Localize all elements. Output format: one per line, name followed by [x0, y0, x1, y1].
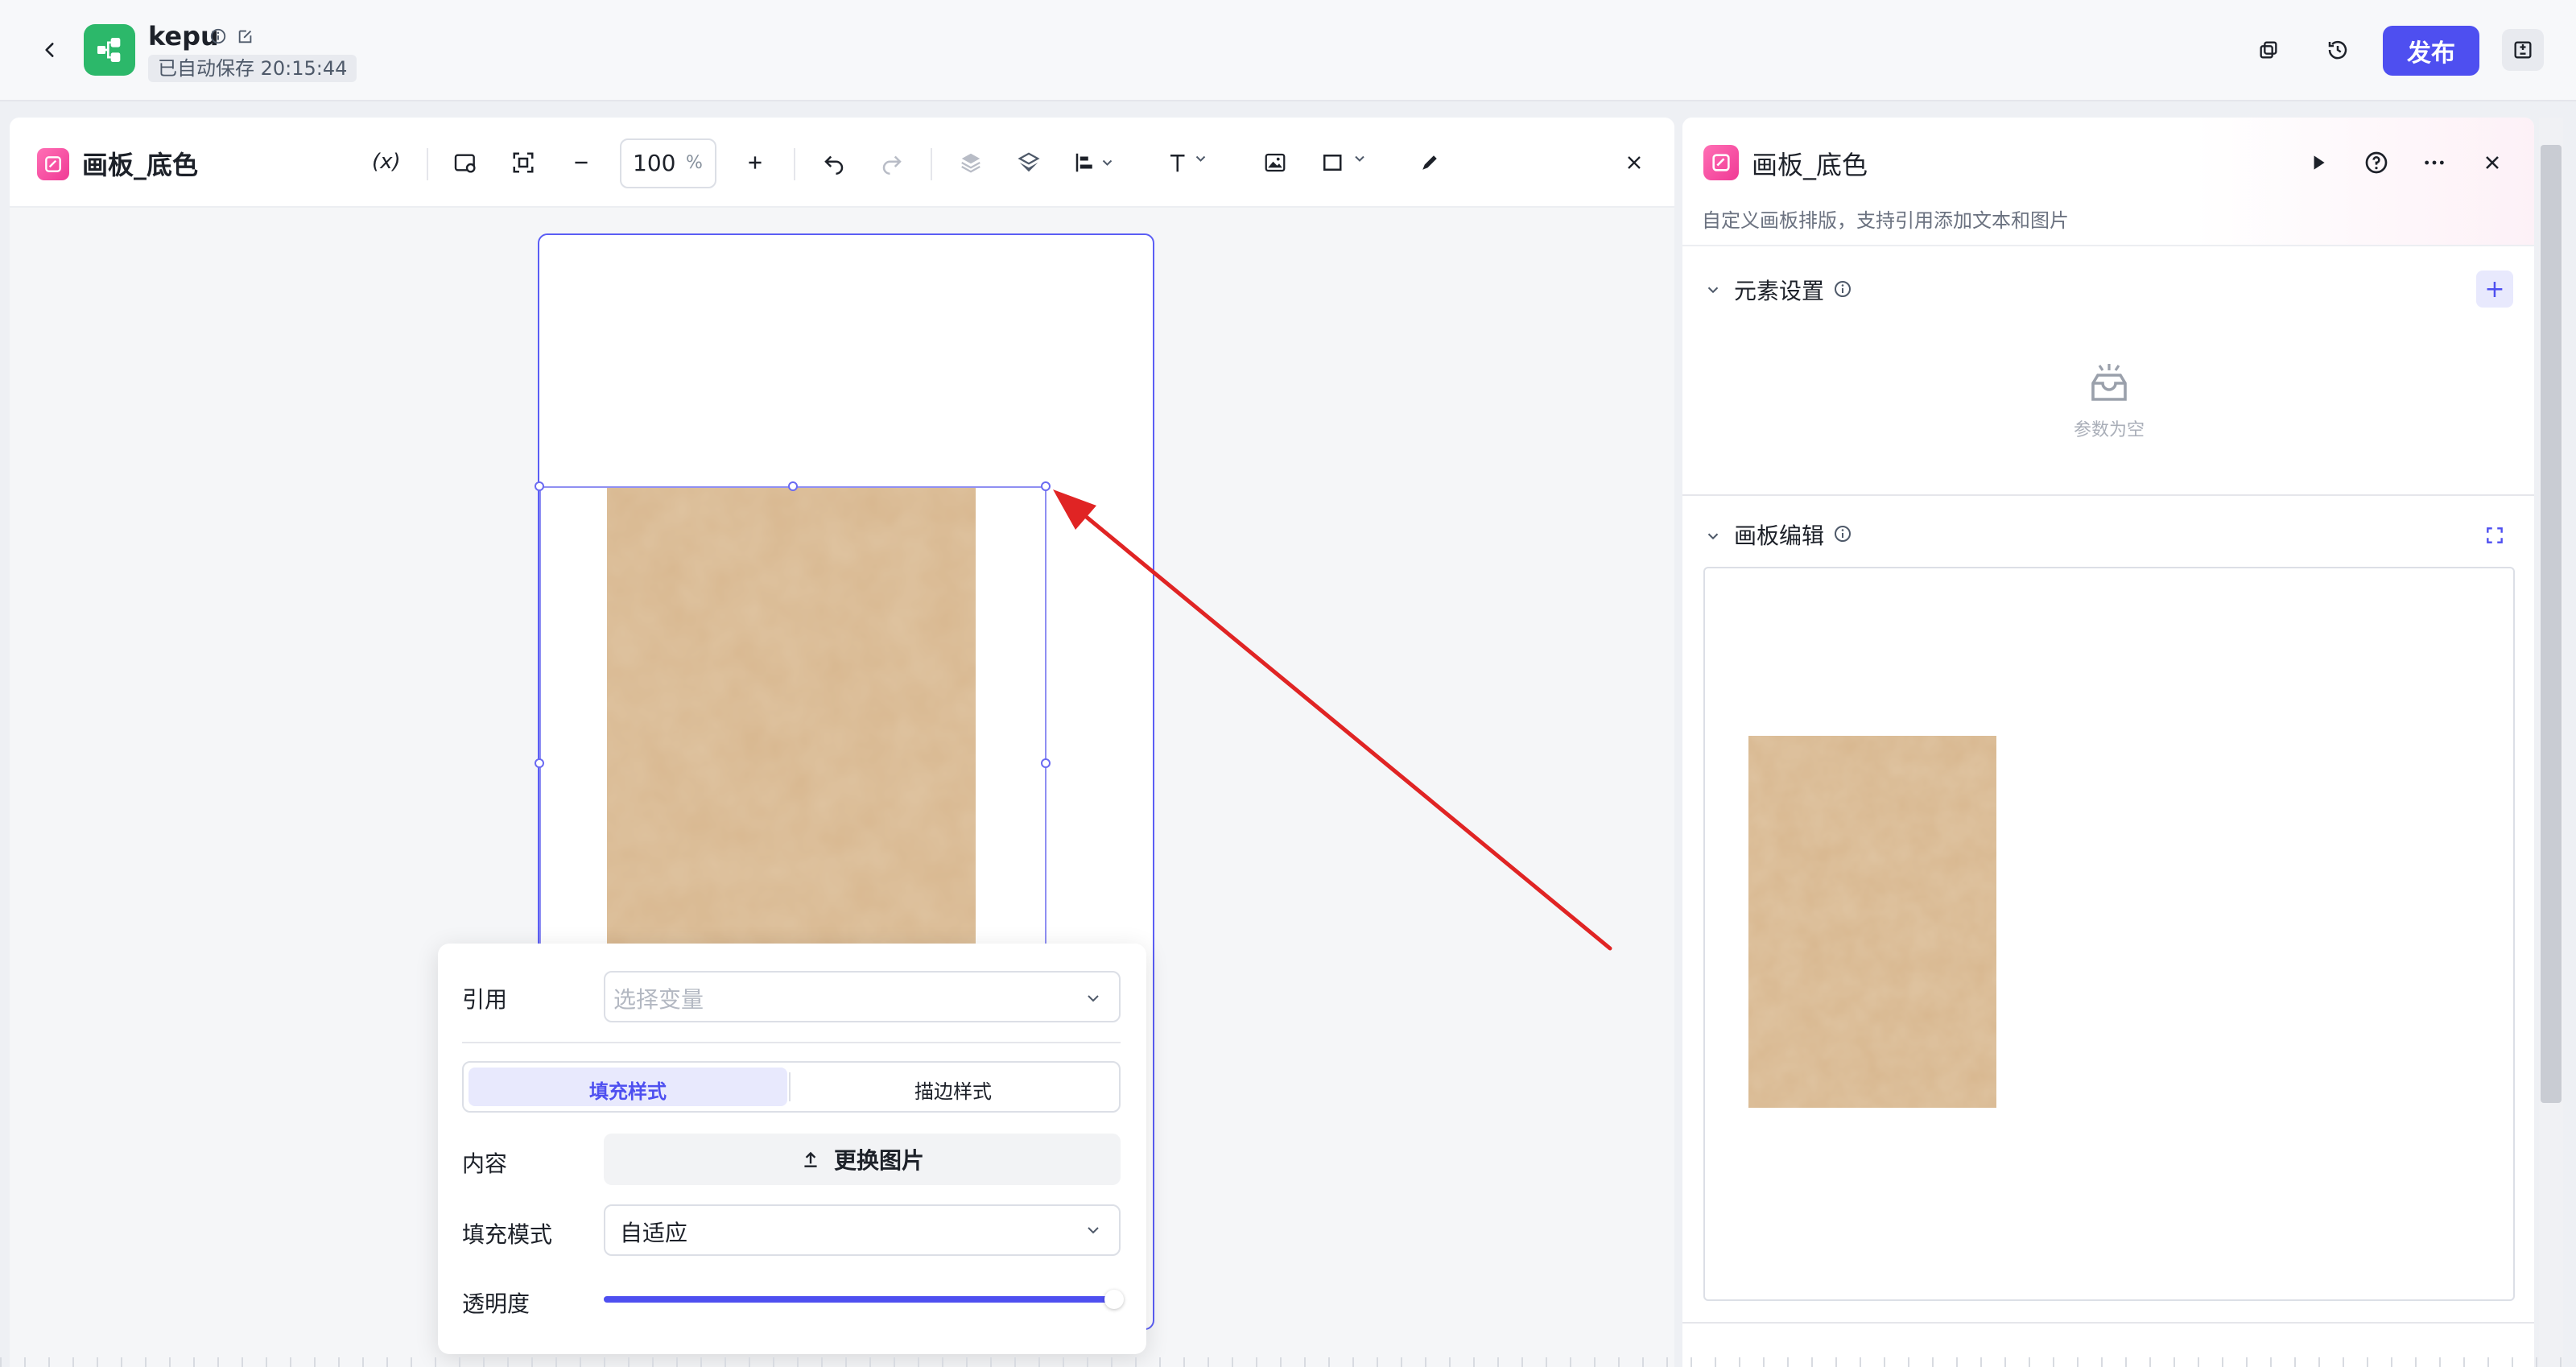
upload-icon: [804, 1151, 817, 1167]
section-title-elements: 元素设置: [1734, 278, 1825, 304]
variable-button[interactable]: (x): [372, 150, 401, 174]
annotation-arrow: [1053, 489, 1612, 951]
panel-toggle-icon[interactable]: [2502, 29, 2544, 71]
zoom-in-icon[interactable]: [737, 145, 773, 180]
fullscreen-icon[interactable]: [2481, 522, 2508, 549]
divider: [1682, 1322, 2534, 1324]
tab-separator: [789, 1072, 791, 1101]
layer-down-icon[interactable]: [1011, 145, 1046, 180]
chevron-down-icon[interactable]: [1700, 277, 1726, 303]
toolbar-separator: [427, 148, 428, 180]
content-label: 内容: [462, 1150, 508, 1177]
close-panel-icon[interactable]: [2475, 145, 2510, 180]
help-icon[interactable]: [2359, 145, 2394, 180]
resize-handle[interactable]: [535, 481, 544, 491]
toolbar-separator: [794, 148, 795, 180]
canvas-node-icon: [1703, 145, 1739, 180]
resize-handle[interactable]: [788, 481, 798, 491]
info-icon[interactable]: [1831, 522, 1855, 546]
canvas-grid-edge: [0, 1357, 2576, 1367]
panel-title: 画板_底色: [1752, 150, 1868, 180]
scrollbar-thumb[interactable]: [2541, 145, 2562, 1103]
empty-state-text: 参数为空: [2073, 420, 2145, 440]
info-icon[interactable]: [1831, 277, 1855, 301]
close-editor-icon[interactable]: [1616, 145, 1652, 180]
divider: [462, 1042, 1121, 1043]
add-element-button[interactable]: +: [2476, 271, 2513, 308]
text-tool-icon[interactable]: [1162, 145, 1219, 180]
top-bar: [0, 0, 2576, 101]
pen-tool-icon[interactable]: [1412, 145, 1447, 180]
align-icon[interactable]: [1069, 145, 1125, 180]
toolbar-separator: [931, 148, 932, 180]
shape-tool-icon[interactable]: [1317, 145, 1378, 180]
opacity-slider-thumb[interactable]: [1104, 1290, 1124, 1309]
redo-icon[interactable]: [874, 145, 910, 180]
divider: [1682, 494, 2534, 496]
opacity-label: 透明度: [462, 1291, 530, 1317]
tab-fill-style-label: 填充样式: [589, 1080, 667, 1103]
fill-mode-label: 填充模式: [462, 1221, 553, 1248]
more-icon[interactable]: [2417, 145, 2452, 180]
fill-mode-value: 自适应: [620, 1220, 688, 1246]
canvas-size-icon[interactable]: [448, 145, 483, 180]
reference-placeholder: 选择变量: [613, 986, 704, 1013]
tab-stroke-style[interactable]: 描边样式: [792, 1076, 1114, 1104]
resize-handle[interactable]: [535, 758, 544, 768]
copy-icon[interactable]: [2251, 32, 2286, 68]
chevron-down-icon[interactable]: [1079, 1216, 1108, 1245]
replace-image-button[interactable]: 更换图片: [604, 1134, 1121, 1185]
empty-inbox-icon: [2080, 357, 2138, 409]
zoom-out-icon[interactable]: [564, 145, 599, 180]
fit-view-icon[interactable]: [506, 145, 541, 180]
publish-button[interactable]: 发布: [2383, 26, 2479, 76]
canvas-node-icon: [37, 148, 69, 180]
autosave-status: 已自动保存 20:15:44: [148, 55, 357, 82]
chevron-down-icon[interactable]: [1700, 523, 1726, 549]
history-icon[interactable]: [2320, 32, 2355, 68]
panel-description: 自定义画板排版，支持引用添加文本和图片: [1702, 209, 2069, 232]
layer-up-icon[interactable]: [953, 145, 989, 180]
reference-label: 引用: [462, 986, 508, 1013]
opacity-slider-fill: [604, 1296, 1114, 1303]
editor-title: 画板_底色: [82, 150, 199, 180]
app-logo-icon: [84, 24, 135, 76]
zoom-unit: %: [686, 153, 703, 173]
preview-kraft-image: [1748, 736, 1996, 1108]
section-title-canvas: 画板编辑: [1734, 522, 1825, 549]
run-icon[interactable]: [2301, 145, 2336, 180]
image-tool-icon[interactable]: [1257, 145, 1293, 180]
zoom-value: 100: [633, 150, 676, 176]
chevron-down-icon[interactable]: [1079, 984, 1108, 1013]
undo-icon[interactable]: [816, 145, 852, 180]
edit-icon[interactable]: [235, 26, 256, 47]
info-icon[interactable]: [208, 26, 229, 47]
back-icon[interactable]: [32, 32, 68, 68]
replace-image-label: 更换图片: [833, 1147, 924, 1174]
